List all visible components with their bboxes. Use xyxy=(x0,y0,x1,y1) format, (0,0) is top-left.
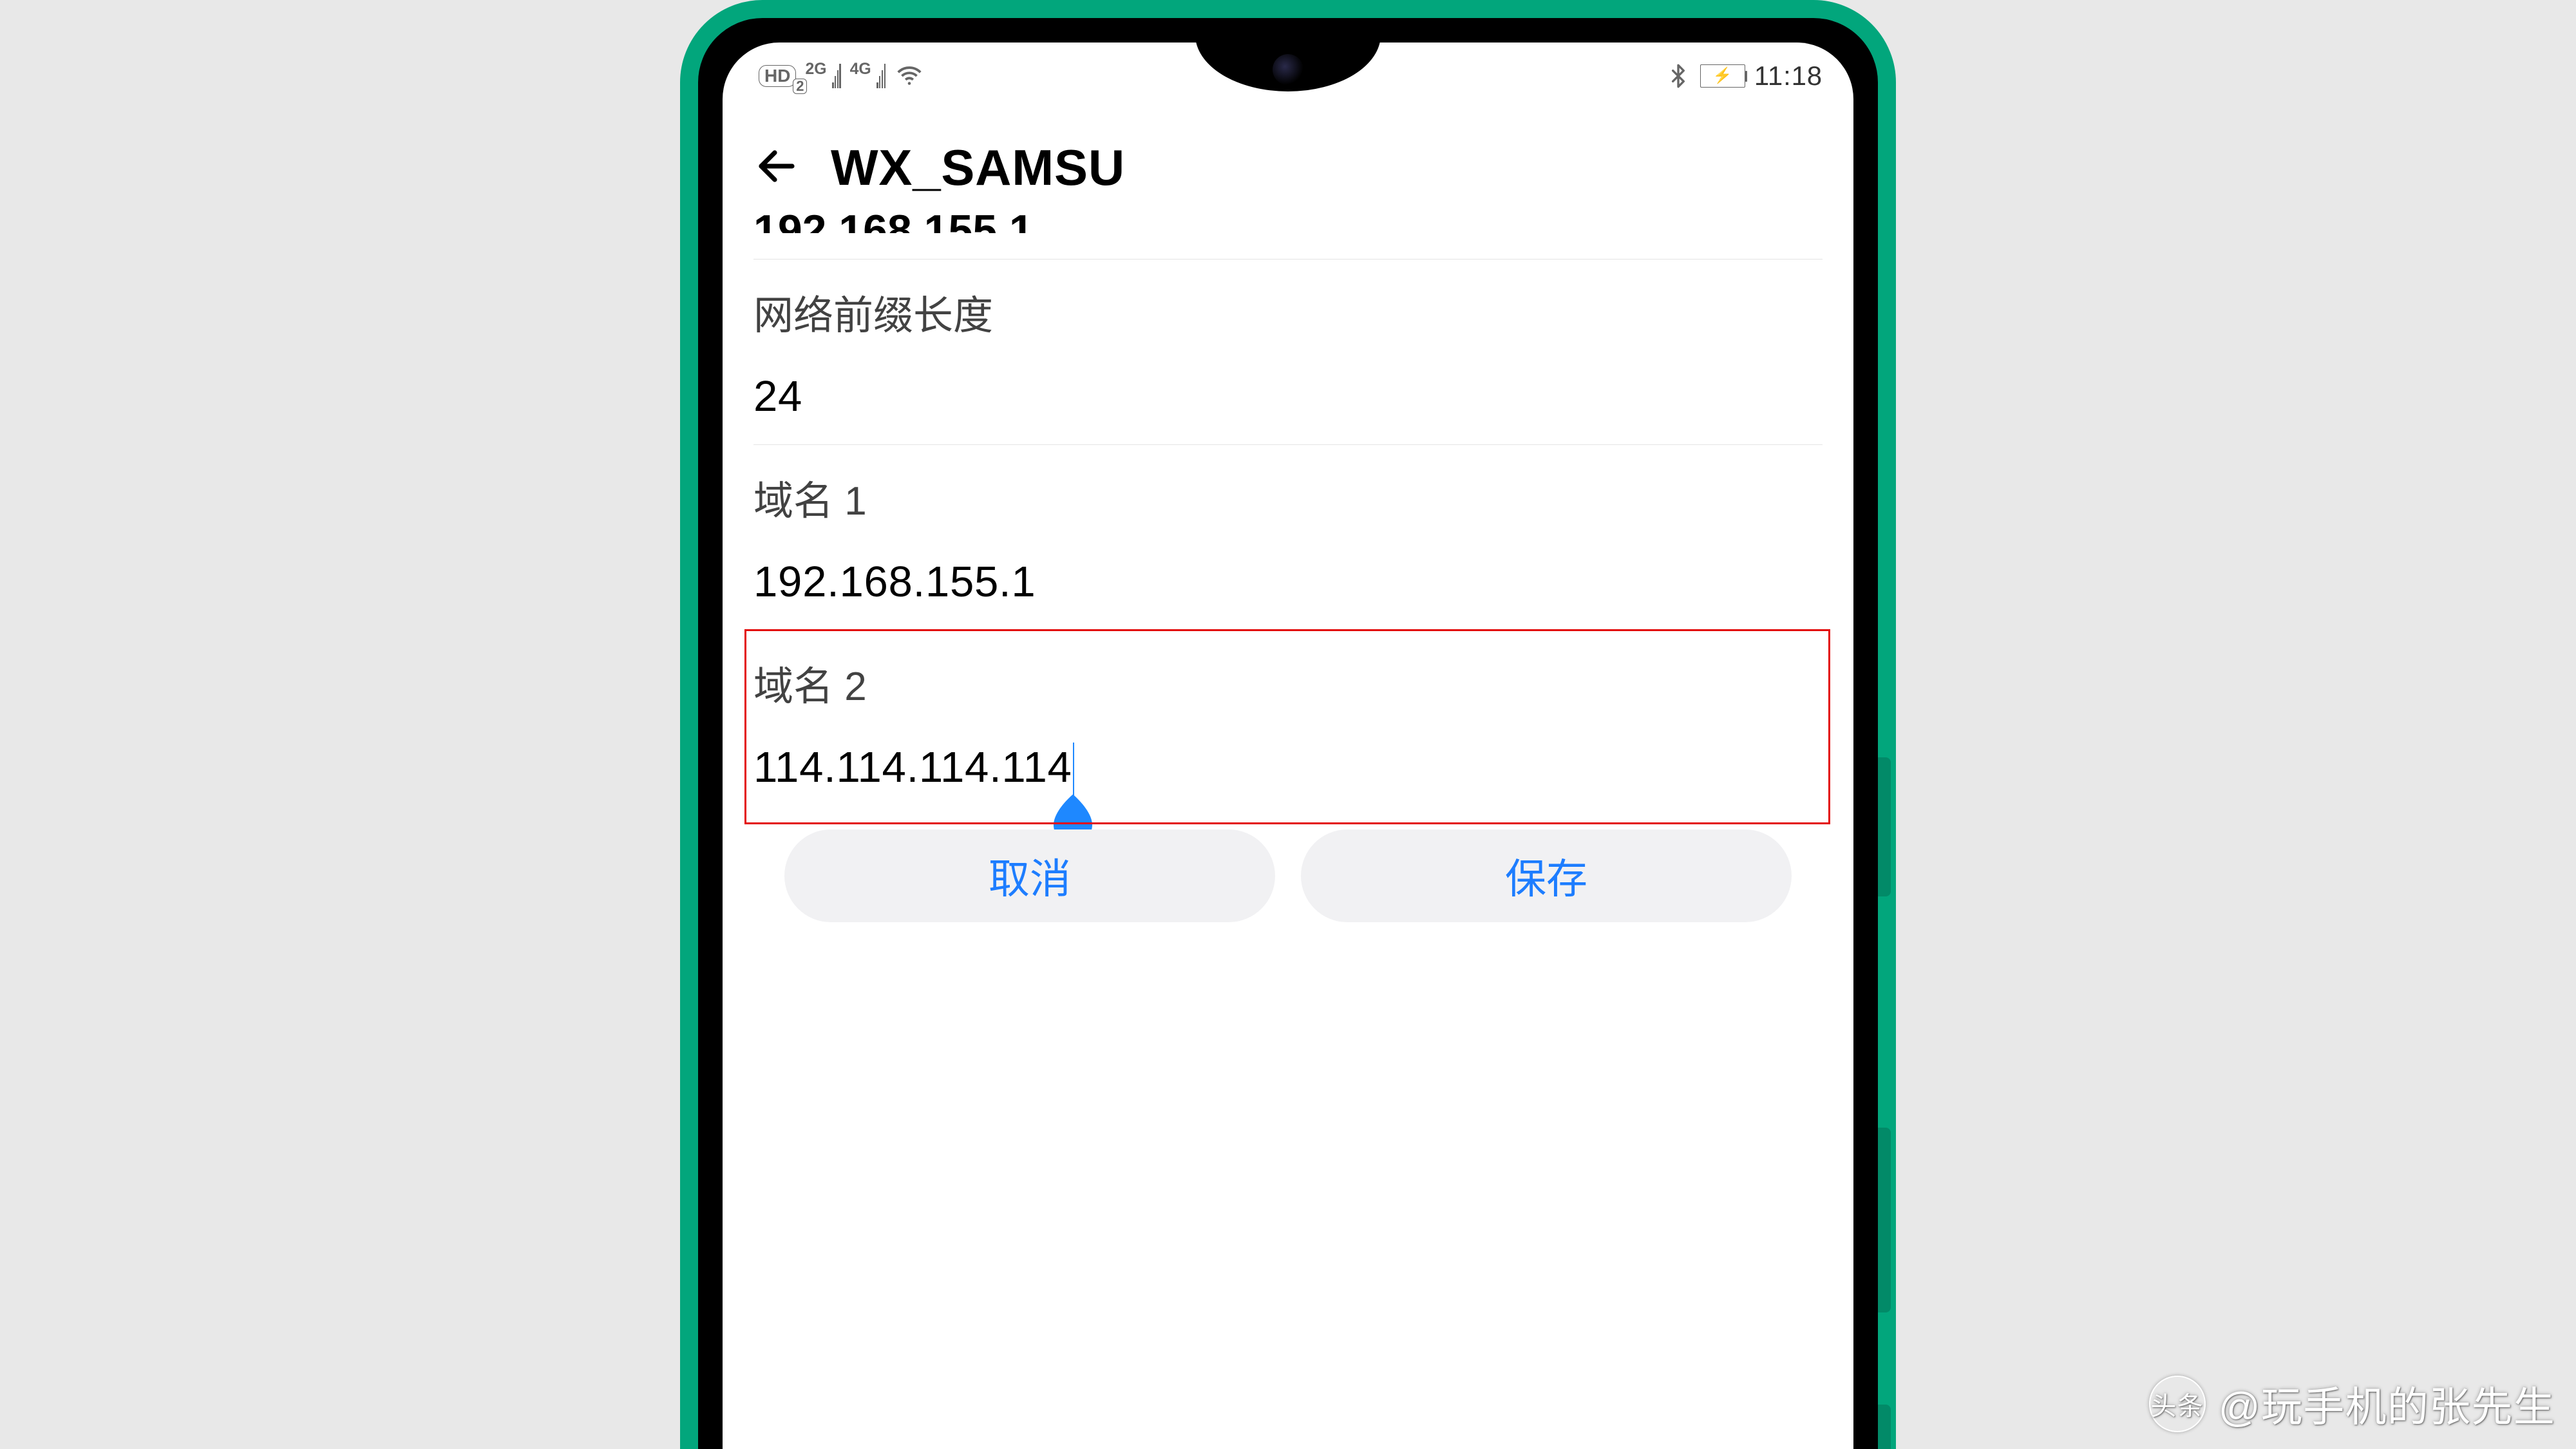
text-caret xyxy=(1073,743,1074,797)
hd-badge-icon: HD xyxy=(759,65,796,87)
back-arrow-icon[interactable] xyxy=(753,143,800,193)
field-value: 24 xyxy=(753,372,1823,421)
wifi-icon xyxy=(895,61,924,91)
field-dns2[interactable]: 域名 2 114.114.114.114 xyxy=(753,630,1823,823)
field-value: 192.168.155.1 xyxy=(753,557,1823,607)
phone-frame: HD 2G 4G xyxy=(680,0,1896,1449)
screen: HD 2G 4G xyxy=(723,43,1853,1449)
volume-down-button[interactable] xyxy=(1878,1128,1891,1312)
dns2-input[interactable]: 114.114.114.114 xyxy=(753,743,1072,791)
sim2-signal-icon: 4G xyxy=(850,64,886,88)
field-label: 域名 1 xyxy=(753,468,1823,526)
sim1-signal-icon: 2G xyxy=(805,64,840,88)
field-dns1[interactable]: 域名 1 192.168.155.1 xyxy=(753,445,1823,630)
network-settings-form: 192.168.155.1 网络前缀长度 24 域名 1 192.168.155… xyxy=(753,233,1823,1449)
watermark-text: @玩手机的张先生 xyxy=(2219,1374,2555,1434)
volume-up-button[interactable] xyxy=(1878,757,1891,896)
field-prefix-length[interactable]: 网络前缀长度 24 xyxy=(753,260,1823,445)
status-clock: 11:18 xyxy=(1754,61,1823,91)
cancel-button[interactable]: 取消 xyxy=(784,829,1275,922)
field-label: 网络前缀长度 xyxy=(753,283,1823,341)
page-title: WX_SAMSU xyxy=(831,138,1125,197)
bluetooth-icon xyxy=(1665,63,1691,89)
watermark: 头条 @玩手机的张先生 xyxy=(2149,1374,2555,1434)
power-button[interactable] xyxy=(1878,1405,1891,1449)
cancel-label: 取消 xyxy=(989,846,1071,905)
toutiao-logo-icon: 头条 xyxy=(2149,1376,2206,1432)
save-button[interactable]: 保存 xyxy=(1301,829,1792,922)
battery-charging-icon: ⚡ xyxy=(1700,64,1745,88)
gateway-value: 192.168.155.1 xyxy=(753,205,1823,233)
save-label: 保存 xyxy=(1505,846,1587,905)
field-label: 域名 2 xyxy=(753,654,1823,712)
